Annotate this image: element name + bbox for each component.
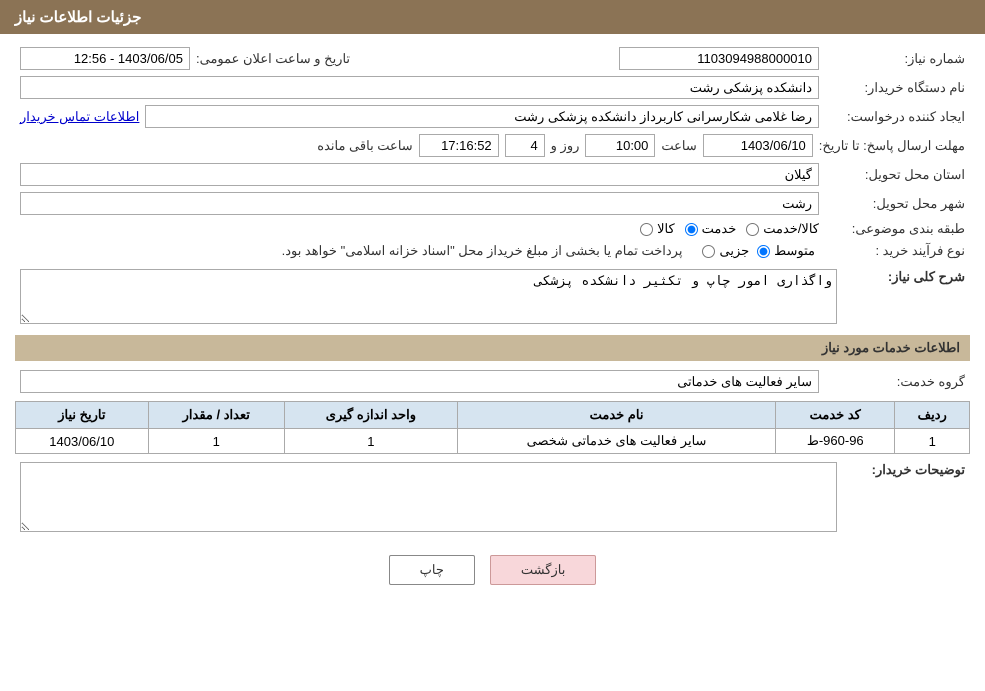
- table-row: 1 960-96-ط سایر فعالیت های خدماتی شخصی 1…: [16, 429, 970, 454]
- announcement-label: تاریخ و ساعت اعلان عمومی:: [196, 51, 350, 67]
- services-table: ردیف کد خدمت نام خدمت واحد اندازه گیری ت…: [15, 401, 970, 454]
- category-both-label: کالا/خدمت: [763, 221, 819, 237]
- process-medium-label: متوسط: [774, 243, 815, 259]
- category-goods-label: کالا: [657, 221, 675, 237]
- col-quantity: تعداد / مقدار: [148, 402, 284, 429]
- col-row: ردیف: [895, 402, 970, 429]
- deadline-day-label: روز و: [551, 138, 580, 154]
- buyer-notes-label: توضیحات خریدار:: [845, 462, 965, 478]
- category-item-both: کالا/خدمت: [746, 221, 819, 237]
- deadline-row: مهلت ارسال پاسخ: تا تاریخ: ساعت روز و سا…: [15, 131, 970, 160]
- page-wrapper: جزئیات اطلاعات نیاز شماره نیاز: تاریخ و …: [0, 0, 985, 691]
- buyer-notes-row: توضیحات خریدار:: [15, 459, 970, 535]
- need-number-label: شماره نیاز:: [825, 51, 965, 67]
- creator-label: ایجاد کننده درخواست:: [825, 109, 965, 125]
- province-row: استان محل تحویل:: [15, 160, 970, 189]
- category-service-label: خدمت: [702, 221, 737, 237]
- deadline-days-input[interactable]: [505, 134, 545, 157]
- category-radio-group: کالا خدمت کالا/خدمت: [640, 221, 819, 237]
- need-description-label: شرح کلی نیاز:: [845, 269, 965, 285]
- need-number-row: شماره نیاز: تاریخ و ساعت اعلان عمومی:: [15, 44, 970, 73]
- col-unit: واحد اندازه گیری: [284, 402, 457, 429]
- contact-link[interactable]: اطلاعات تماس خریدار: [20, 109, 139, 125]
- creator-row: ایجاد کننده درخواست: اطلاعات تماس خریدار: [15, 102, 970, 131]
- service-group-label: گروه خدمت:: [825, 374, 965, 390]
- service-group-input[interactable]: [20, 370, 819, 393]
- cell-unit: 1: [284, 429, 457, 454]
- col-service-name: نام خدمت: [457, 402, 775, 429]
- deadline-remaining-input[interactable]: [419, 134, 499, 157]
- footer-buttons: بازگشت چاپ: [15, 540, 970, 600]
- cell-row: 1: [895, 429, 970, 454]
- cell-service-code: 960-96-ط: [776, 429, 895, 454]
- deadline-time-label: ساعت: [661, 138, 696, 154]
- category-item-service: خدمت: [685, 221, 737, 237]
- back-button[interactable]: بازگشت: [490, 555, 596, 585]
- page-title: جزئیات اطلاعات نیاز: [15, 9, 142, 26]
- process-radio-group: جزیی متوسط: [702, 243, 815, 259]
- need-number-input[interactable]: [619, 47, 819, 70]
- buyer-org-label: نام دستگاه خریدار:: [825, 80, 965, 96]
- city-input[interactable]: [20, 192, 819, 215]
- deadline-date-input[interactable]: [703, 134, 813, 157]
- category-label: طبقه بندی موضوعی:: [825, 221, 965, 237]
- need-description-textarea[interactable]: [20, 269, 837, 324]
- city-row: شهر محل تحویل:: [15, 189, 970, 218]
- col-date: تاریخ نیاز: [16, 402, 149, 429]
- buyer-org-row: نام دستگاه خریدار:: [15, 73, 970, 102]
- buyer-notes-textarea[interactable]: [20, 462, 837, 532]
- process-medium-radio[interactable]: [757, 245, 770, 258]
- category-service-radio[interactable]: [685, 223, 698, 236]
- process-label: نوع فرآیند خرید :: [825, 243, 965, 259]
- process-row: نوع فرآیند خرید : جزیی متوسط پرداخت تمام…: [15, 240, 970, 262]
- main-content: شماره نیاز: تاریخ و ساعت اعلان عمومی: نا…: [0, 34, 985, 610]
- city-label: شهر محل تحویل:: [825, 196, 965, 212]
- deadline-remaining-label: ساعت باقی مانده: [317, 138, 412, 154]
- process-description: پرداخت تمام یا بخشی از مبلغ خریداز محل "…: [282, 243, 683, 259]
- cell-date: 1403/06/10: [16, 429, 149, 454]
- process-item-partial: جزیی: [702, 243, 749, 259]
- service-group-row: گروه خدمت:: [15, 367, 970, 396]
- cell-quantity: 1: [148, 429, 284, 454]
- province-input[interactable]: [20, 163, 819, 186]
- category-goods-radio[interactable]: [640, 223, 653, 236]
- need-description-row: شرح کلی نیاز:: [20, 269, 965, 324]
- deadline-label: مهلت ارسال پاسخ: تا تاریخ:: [819, 138, 965, 154]
- category-row: طبقه بندی موضوعی: کالا خدمت کالا/خدمت: [15, 218, 970, 240]
- category-both-radio[interactable]: [746, 223, 759, 236]
- need-description-section: شرح کلی نیاز:: [15, 266, 970, 327]
- process-partial-label: جزیی: [719, 243, 749, 259]
- announcement-input[interactable]: [20, 47, 190, 70]
- print-button[interactable]: چاپ: [389, 555, 475, 585]
- cell-service-name: سایر فعالیت های خدماتی شخصی: [457, 429, 775, 454]
- category-item-goods: کالا: [640, 221, 675, 237]
- process-partial-radio[interactable]: [702, 245, 715, 258]
- creator-input[interactable]: [145, 105, 819, 128]
- services-section-title: اطلاعات خدمات مورد نیاز: [15, 335, 970, 361]
- province-label: استان محل تحویل:: [825, 167, 965, 183]
- process-item-medium: متوسط: [757, 243, 815, 259]
- page-header: جزئیات اطلاعات نیاز: [0, 0, 985, 34]
- buyer-org-input[interactable]: [20, 76, 819, 99]
- deadline-time-input[interactable]: [585, 134, 655, 157]
- col-service-code: کد خدمت: [776, 402, 895, 429]
